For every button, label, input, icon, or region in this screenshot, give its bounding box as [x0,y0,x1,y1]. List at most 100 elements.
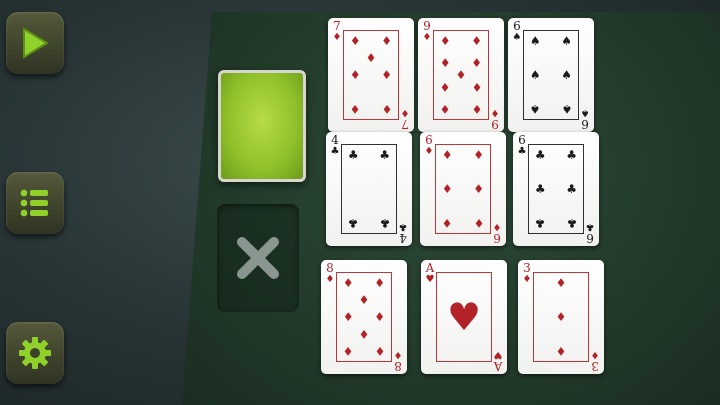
card-pip: ♣ [534,182,546,196]
card-rank: 8 [326,261,334,275]
card-corner-index: 7 ♦ [331,19,343,43]
card-pip: ♠ [529,102,541,117]
card-pip: ♦ [439,102,451,117]
playing-card[interactable]: 6 ♣ 6 ♣ ♣ ♣ ♣ ♣ ♣ ♣ [513,132,599,246]
card-suit-index: ♦ [400,107,410,118]
card-pips: ♣ ♣ ♣ ♣ ♣ ♣ [528,144,584,234]
card-pip: ♦ [365,50,377,65]
card-suit-index: ♦ [490,107,500,118]
card-pip: ♠ [561,102,573,117]
playing-card[interactable]: 6 ♠ 6 ♠ ♠ ♠ ♠ ♠ ♠ ♠ [508,18,594,132]
card-pip: ♦ [381,33,393,48]
card-pips: ♣ ♣ ♣ ♣ [341,144,397,234]
card-suit-index: ♦ [492,221,502,232]
card-suit-index: ♣ [330,146,340,157]
play-button[interactable] [6,12,64,74]
card-pip: ♠ [561,33,573,48]
card-pip: ♦ [349,68,361,82]
card-rank: 6 [513,19,521,33]
card-pip: ♠ [529,68,541,82]
card-pip: ♦ [439,56,451,71]
discard-slot[interactable] [217,204,299,312]
card-corner-index: 3 ♦ [589,349,601,373]
card-corner-index: 8 ♦ [324,261,336,285]
card-pip: ♦ [471,102,483,117]
draw-pile[interactable] [218,70,306,182]
playing-card[interactable]: 8 ♦ 8 ♦ ♦ ♦ ♦ ♦ ♦ ♦ ♦ ♦ [321,260,407,374]
card-rank: 4 [331,133,339,147]
card-pip: ♣ [347,216,359,231]
card-suit-index: ♦ [422,32,432,43]
card-pip: ♦ [471,56,483,71]
card-pip: ♥ [446,295,482,339]
card-pip: ♦ [555,310,567,324]
card-pips: ♦ ♦ ♦ ♦ ♦ ♦ ♦ ♦ ♦ [433,30,489,120]
card-pip: ♦ [473,147,485,162]
card-corner-index: 8 ♦ [392,349,404,373]
card-rank: A [493,359,503,373]
card-rank: 7 [401,117,409,131]
card-pip: ♣ [534,216,546,231]
card-corner-index: 6 ♣ [516,133,528,157]
card-suit-index: ♦ [522,274,532,285]
card-rank: 6 [493,231,501,245]
playing-card[interactable]: 9 ♦ 9 ♦ ♦ ♦ ♦ ♦ ♦ ♦ ♦ ♦ ♦ [418,18,504,132]
card-pips: ♦ ♦ ♦ ♦ ♦ ♦ ♦ ♦ [336,272,392,362]
playing-card[interactable]: 3 ♦ 3 ♦ ♦ ♦ ♦ [518,260,604,374]
card-pip: ♠ [529,33,541,48]
gear-icon [19,337,51,369]
card-pip: ♦ [441,147,453,162]
card-corner-index: 4 ♣ [329,133,341,157]
card-rank: 6 [518,133,526,147]
card-pip: ♦ [374,344,386,359]
card-rank: 8 [394,359,402,373]
card-corner-index: 4 ♣ [397,221,409,245]
card-pip: ♦ [374,275,386,290]
card-corner-index: 6 ♠ [579,107,591,131]
card-corner-index: 6 ♠ [511,19,523,43]
card-pip: ♣ [379,147,391,162]
playing-card[interactable]: 7 ♦ 7 ♦ ♦ ♦ ♦ ♦ ♦ ♦ ♦ [328,18,414,132]
card-pip: ♦ [358,292,370,307]
card-pip: ♦ [473,216,485,231]
card-pip: ♦ [349,102,361,117]
settings-button[interactable] [6,322,64,384]
card-pips: ♦ ♦ ♦ ♦ ♦ ♦ [435,144,491,234]
card-pip: ♦ [471,33,483,48]
card-pips: ♦ ♦ ♦ ♦ ♦ ♦ ♦ [343,30,399,120]
card-corner-index: 3 ♦ [521,261,533,285]
card-pip: ♣ [566,147,578,162]
card-corner-index: A ♥ [424,262,436,285]
card-corner-index: 9 ♦ [421,19,433,43]
card-rank: 3 [523,261,531,275]
card-pip: ♦ [381,68,393,82]
card-suit-index: ♣ [517,146,527,157]
card-rank: 3 [591,359,599,373]
card-rank: 7 [333,19,341,33]
card-corner-index: 6 ♦ [491,221,503,245]
playing-card[interactable]: 4 ♣ 4 ♣ ♣ ♣ ♣ ♣ [326,132,412,246]
playing-card[interactable]: A ♥ A ♥ ♥ [421,260,507,374]
card-pip: ♣ [566,216,578,231]
card-suit-index: ♦ [325,274,335,285]
card-corner-index: 6 ♣ [584,221,596,245]
playing-card[interactable]: 6 ♦ 6 ♦ ♦ ♦ ♦ ♦ ♦ ♦ [420,132,506,246]
card-suit-index: ♦ [393,349,403,360]
card-pip: ♦ [473,182,485,196]
list-icon [20,189,48,217]
card-pip: ♦ [441,182,453,196]
card-suit-index: ♥ [425,274,435,285]
card-pips: ♠ ♠ ♠ ♠ ♠ ♠ [523,30,579,120]
card-pip: ♦ [441,216,453,231]
card-rank: 9 [423,19,431,33]
card-pip: ♦ [374,310,386,324]
card-pip: ♣ [347,147,359,162]
card-rank: 9 [491,117,499,131]
card-pip: ♠ [561,68,573,82]
menu-list-button[interactable] [6,172,64,234]
card-pip: ♦ [555,275,567,290]
card-pip: ♣ [534,147,546,162]
card-pip: ♦ [342,275,354,290]
card-corner-index: 9 ♦ [489,107,501,131]
card-rank: 6 [581,117,589,131]
